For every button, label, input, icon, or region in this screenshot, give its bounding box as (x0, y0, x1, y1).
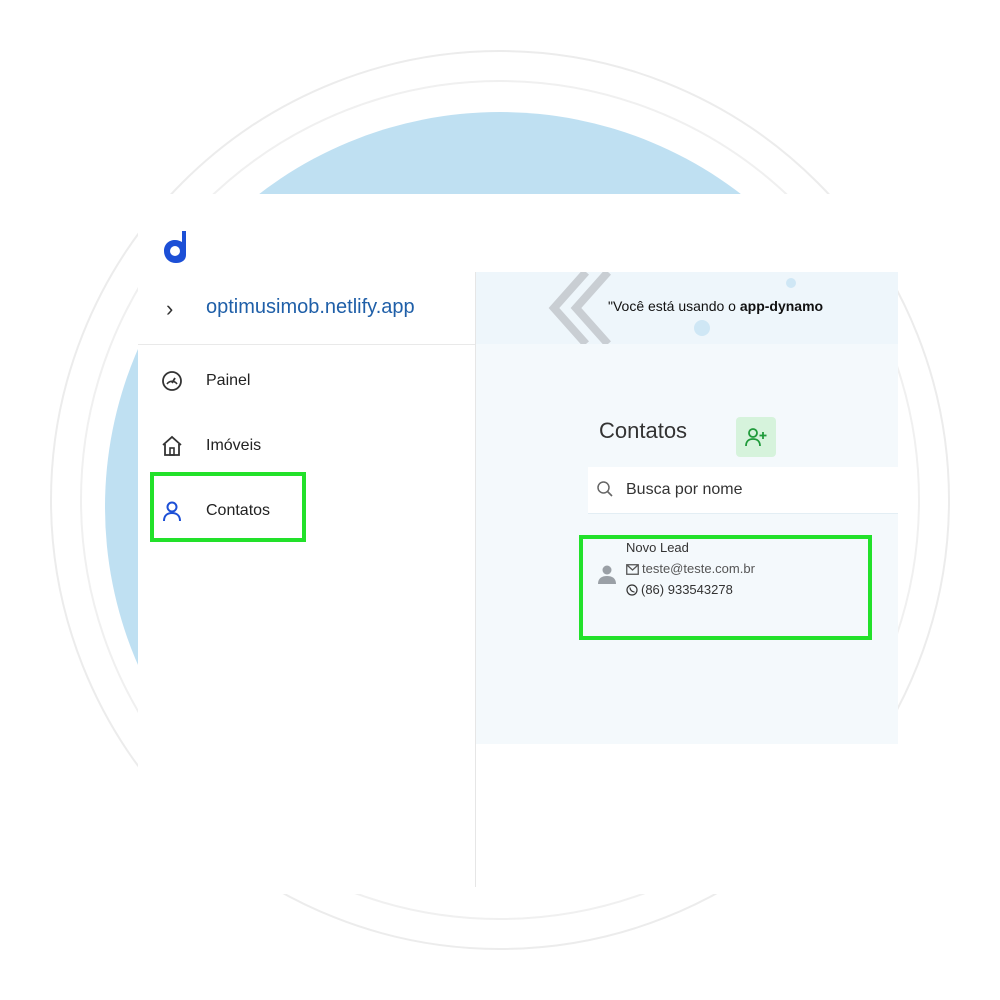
dynamo-logo-icon[interactable] (162, 229, 192, 263)
home-icon (162, 435, 182, 456)
background-blue-left (105, 194, 139, 814)
site-name[interactable]: optimusimob.netlify.app (206, 296, 415, 319)
sidebar: › optimusimob.netlify.app Painel Imóveis (138, 272, 476, 887)
sidebar-item-label: Imóveis (206, 437, 262, 454)
chevron-right-icon[interactable]: › (166, 296, 173, 322)
highlight-box-contatos (150, 472, 306, 542)
add-contact-button[interactable] (736, 417, 776, 457)
panel-bottom (476, 744, 898, 887)
decor-dot (786, 278, 796, 288)
sidebar-item-label: Painel (206, 372, 251, 389)
chevrons-decoration-icon (548, 272, 611, 344)
site-selector[interactable]: › optimusimob.netlify.app (138, 272, 475, 345)
add-user-icon (745, 428, 767, 447)
banner-text: "Você está usando o app-dynamo (608, 298, 824, 314)
dashboard-icon (162, 371, 182, 391)
top-bar (138, 194, 898, 273)
decor-dot (694, 320, 710, 336)
search-input-placeholder[interactable]: Busca por nome (626, 481, 743, 499)
notice-banner: "Você está usando o app-dynamo (476, 272, 898, 344)
sidebar-item-imoveis[interactable]: Imóveis (138, 422, 475, 472)
highlight-box-contact (579, 535, 872, 640)
search-field[interactable]: Busca por nome (588, 467, 898, 514)
page-title: Contatos (599, 418, 688, 443)
search-icon (597, 481, 613, 497)
background-blue-top (105, 112, 895, 194)
sidebar-item-painel[interactable]: Painel (138, 357, 475, 407)
